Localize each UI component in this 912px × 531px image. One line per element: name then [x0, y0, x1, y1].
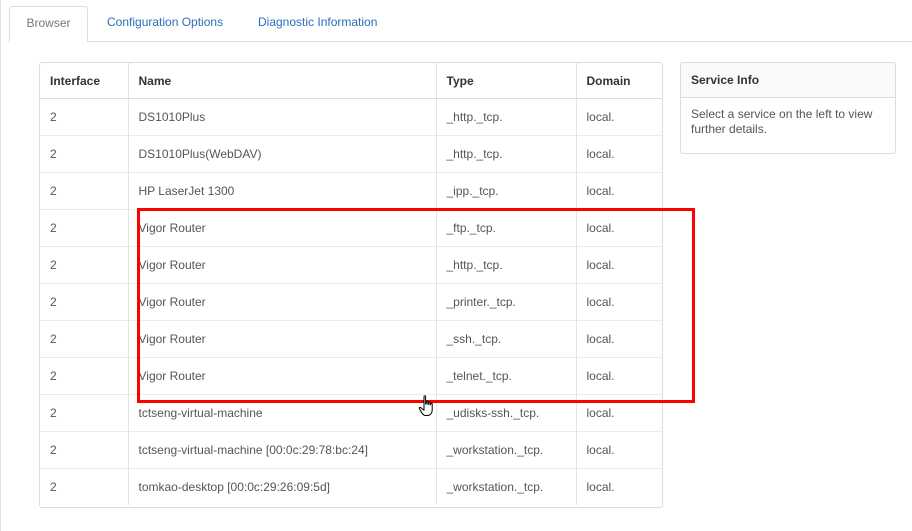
- cell-domain: local.: [586, 110, 615, 124]
- tab-bar: Browser Configuration Options Diagnostic…: [9, 6, 912, 43]
- cell-type: _http._tcp.: [436, 98, 577, 136]
- cell-domain: local.: [576, 135, 662, 173]
- cell-type: _http._tcp.: [436, 246, 577, 284]
- table-row[interactable]: 2 Vigor Router _http._tcp. local.: [40, 246, 662, 284]
- cell-name: HP LaserJet 1300: [128, 172, 437, 210]
- hand-pointer-icon: [418, 395, 433, 416]
- tab-bar-divider: [9, 41, 912, 42]
- cell-name: tctseng-virtual-machine [00:0c:29:78:bc:…: [128, 431, 437, 469]
- cell-interface: 2: [40, 320, 129, 358]
- column-header-type: Type: [436, 63, 577, 99]
- cell-type: _workstation._tcp.: [436, 468, 577, 505]
- cell-domain: local.: [576, 468, 662, 505]
- cell-domain: local.: [576, 431, 662, 469]
- table-row[interactable]: 2 tomkao-desktop [00:0c:29:26:09:5d] _work…: [40, 468, 662, 505]
- cell-name: Vigor Router: [128, 209, 437, 247]
- cell-interface: 2: [40, 468, 129, 505]
- cell-domain: local.: [576, 357, 662, 395]
- service-info-title: Service Info: [681, 63, 895, 98]
- cell-name: tomkao-desktop [00:0c:29:26:09:5d]: [128, 468, 437, 505]
- cell-type: _udisks-ssh._tcp.: [436, 394, 577, 432]
- cell-domain: local.: [576, 283, 662, 321]
- table-row[interactable]: 2 Vigor Router _printer._tcp. local.: [40, 283, 662, 321]
- service-info-text: Select a service on the left to view fur…: [691, 107, 873, 136]
- cell-domain: local.: [576, 320, 662, 358]
- left-border: [0, 0, 1, 531]
- table-row[interactable]: 2 Vigor Router _telnet._tcp. local.: [40, 357, 662, 395]
- column-header-domain: Domain: [576, 63, 662, 99]
- table-row[interactable]: 2 Vigor Router _ssh._tcp. local.: [40, 320, 662, 358]
- cell-name: tctseng-virtual-machine: [128, 394, 437, 432]
- cell-interface: 2: [40, 172, 129, 210]
- cell-type: _ssh._tcp.: [436, 320, 577, 358]
- table-row[interactable]: 2 HP LaserJet 1300 _ipp._tcp. local.: [40, 172, 662, 210]
- cell-interface: 2: [40, 209, 129, 247]
- cell-domain: local.: [576, 209, 662, 247]
- tab-configuration-options[interactable]: Configuration Options: [107, 6, 223, 41]
- cell-interface: 2: [40, 135, 129, 173]
- cell-type: _printer._tcp.: [436, 283, 577, 321]
- service-info-panel: Service Info Select a service on the lef…: [680, 62, 896, 154]
- cell-type: _workstation._tcp.: [436, 431, 577, 469]
- cell-name: Vigor Router: [128, 320, 437, 358]
- cell-domain: local.: [576, 394, 662, 432]
- table-header-row: Interface Name Type Domain: [40, 63, 662, 99]
- cell-interface: 2: [40, 431, 129, 469]
- table-row[interactable]: 2 tctseng-virtual-machine _udisks-ssh._tcp…: [40, 394, 662, 432]
- cell-type: _ftp._tcp.: [436, 209, 577, 247]
- cell-domain: local.: [576, 246, 662, 284]
- table-row[interactable]: 2 Vigor Router _ftp._tcp. local.: [40, 209, 662, 247]
- cell-type: _telnet._tcp.: [436, 357, 577, 395]
- cell-interface: 2: [40, 98, 129, 136]
- cell-interface: 2: [40, 283, 129, 321]
- cell-name: DS1010Plus: [128, 98, 437, 136]
- cell-interface: 2: [40, 246, 129, 284]
- tab-diagnostic-information[interactable]: Diagnostic Information: [258, 6, 377, 41]
- table-row[interactable]: 2 DS1010Plus _http._tcp. local.: [40, 98, 662, 136]
- services-table: Interface Name Type Domain 2 DS1010Plus _h…: [39, 62, 663, 508]
- cell-name: Vigor Router: [128, 283, 437, 321]
- table-row[interactable]: 2 tctseng-virtual-machine [00:0c:29:78:bc…: [40, 431, 662, 469]
- tab-browser[interactable]: Browser: [9, 6, 88, 43]
- cell-interface: 2: [40, 357, 129, 395]
- column-header-name: Name: [128, 63, 437, 99]
- cell-interface: 2: [40, 394, 129, 432]
- column-header-interface: Interface: [40, 63, 129, 99]
- cell-name: Vigor Router: [128, 357, 437, 395]
- table-row[interactable]: 2 DS1010Plus(WebDAV) _http._tcp. local.: [40, 135, 662, 173]
- cell-domain: local.: [576, 172, 662, 210]
- cell-type: _ipp._tcp.: [436, 172, 577, 210]
- cell-type: _http._tcp.: [436, 135, 577, 173]
- cell-name: DS1010Plus(WebDAV): [128, 135, 437, 173]
- cell-name: Vigor Router: [128, 246, 437, 284]
